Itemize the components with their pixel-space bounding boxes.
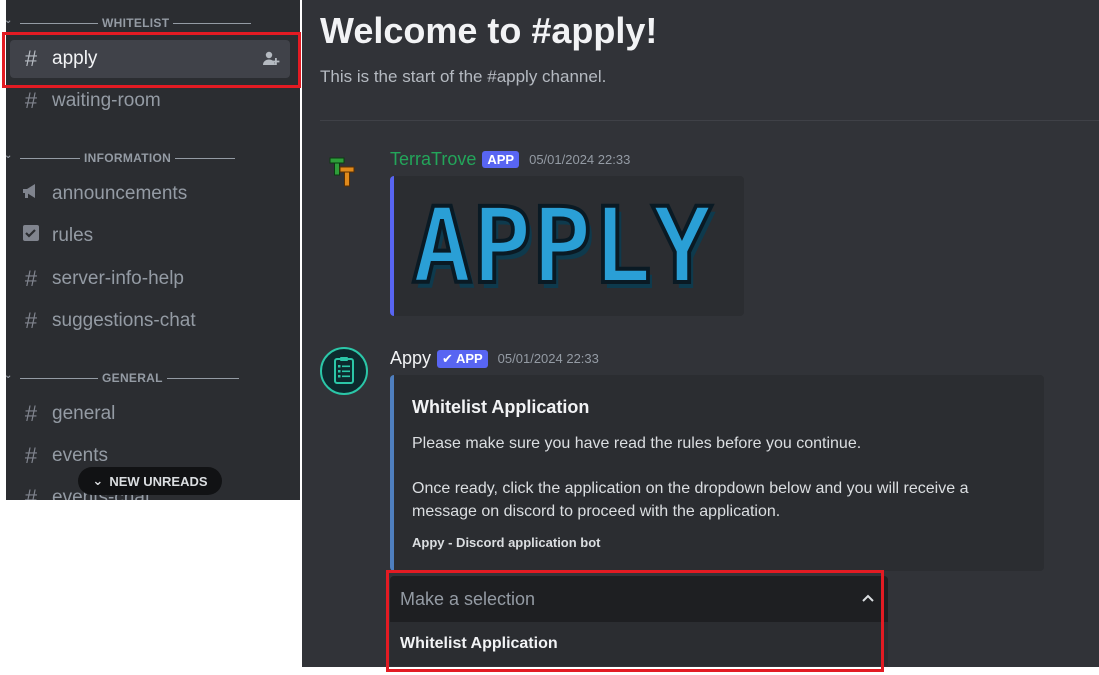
embed-description: Please make sure you have read the rules…	[412, 435, 862, 452]
whitelist-embed: Whitelist Application Please make sure y…	[390, 375, 1044, 571]
chevron-down-icon: ⌄	[6, 150, 13, 161]
hash-icon: #	[24, 308, 38, 333]
message-header: TerraTrove APP 05/01/2024 22:33	[390, 149, 630, 170]
channel-name: suggestions-chat	[52, 310, 196, 331]
app-badge: APP	[482, 151, 520, 168]
category-information[interactable]: ⌄ INFORMATION	[6, 150, 300, 166]
channel-name: announcements	[52, 183, 188, 204]
checkmark-icon: ✔	[442, 350, 453, 366]
channel-name: general	[52, 403, 116, 424]
chevron-down-icon: ⌄	[92, 473, 104, 488]
author-name[interactable]: TerraTrove	[390, 149, 476, 170]
highlight-apply-channel	[2, 32, 301, 88]
embed-title: Whitelist Application	[412, 397, 590, 417]
message-header: Appy ✔ APP 05/01/2024 22:33	[390, 348, 599, 369]
hash-icon: #	[24, 443, 38, 468]
channel-start-text: This is the start of the #apply channel.	[320, 67, 607, 86]
channel-server-info-help[interactable]: # server-info-help	[10, 260, 290, 298]
verified-app-badge: ✔ APP	[437, 349, 488, 368]
megaphone-icon	[20, 181, 42, 207]
new-unreads-label: NEW UNREADS	[109, 473, 208, 489]
channel-name: events	[52, 445, 108, 466]
channel-name: waiting-room	[52, 90, 161, 111]
channel-announcements[interactable]: announcements	[10, 175, 290, 213]
avatar-terratrove[interactable]	[320, 148, 368, 196]
category-label: WHITELIST	[102, 16, 170, 30]
channel-name: rules	[52, 225, 94, 246]
channel-suggestions-chat[interactable]: # suggestions-chat	[10, 302, 290, 340]
category-label: GENERAL	[102, 371, 163, 385]
embed-footer: Appy - Discord application bot	[412, 535, 601, 550]
category-general[interactable]: ⌄ GENERAL	[6, 370, 300, 386]
chevron-down-icon: ⌄	[6, 370, 13, 381]
highlight-dropdown	[386, 570, 884, 672]
channel-rules[interactable]: rules	[10, 217, 290, 255]
page-title: Welcome to #apply!	[320, 10, 658, 51]
hash-icon: #	[24, 266, 38, 291]
embed-description: Once ready, click the application on the…	[412, 480, 969, 520]
channel-name: server-info-help	[52, 268, 184, 289]
divider	[320, 120, 1099, 121]
new-unreads-button[interactable]: ⌄ NEW UNREADS	[78, 467, 222, 495]
hash-icon: #	[24, 88, 38, 113]
avatar-appy[interactable]	[320, 347, 368, 395]
category-label: INFORMATION	[84, 151, 172, 165]
chevron-down-icon: ⌄	[6, 15, 13, 26]
apply-banner-image: APPLY APPLY	[410, 183, 716, 313]
hash-icon: #	[24, 485, 38, 500]
rules-checkbox-icon	[20, 223, 42, 249]
author-name[interactable]: Appy	[390, 348, 431, 369]
timestamp: 05/01/2024 22:33	[497, 351, 599, 366]
apply-image-embed[interactable]: APPLY APPLY	[390, 176, 744, 316]
clipboard-icon	[334, 357, 354, 384]
category-whitelist[interactable]: ⌄ WHITELIST	[6, 15, 300, 31]
hash-icon: #	[24, 401, 38, 426]
timestamp: 05/01/2024 22:33	[529, 152, 631, 167]
channel-general[interactable]: # general	[10, 395, 290, 433]
svg-text:APPLY: APPLY	[412, 185, 712, 307]
chat-area: Welcome to #apply! This is the start of …	[302, 0, 1099, 667]
